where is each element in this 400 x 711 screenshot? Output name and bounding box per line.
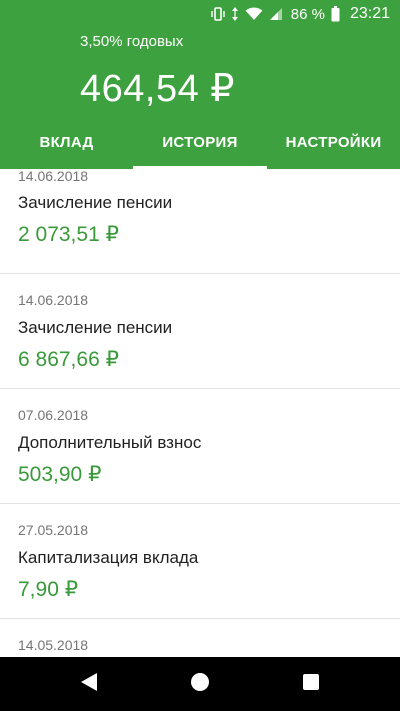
transaction-title: Дополнительный взнос: [18, 433, 202, 452]
history-list[interactable]: 14.06.2018 Зачисление пенсии 2 073,51 ₽ …: [0, 169, 400, 657]
list-item[interactable]: 27.05.2018 Капитализация вклада 7,90 ₽: [0, 504, 400, 619]
vibrate-icon: [211, 6, 225, 22]
tab-deposit[interactable]: ВКЛАД: [0, 116, 133, 169]
wifi-icon: [245, 7, 263, 21]
list-item[interactable]: 07.06.2018 Дополнительный взнос 503,90 ₽: [0, 389, 400, 504]
recents-icon: [302, 673, 320, 696]
transaction-amount: 503,90 ₽: [18, 463, 102, 486]
transaction-date: 14.05.2018: [18, 637, 89, 653]
list-item[interactable]: 14.06.2018 Зачисление пенсии 6 867,66 ₽: [0, 274, 400, 389]
home-icon: [190, 672, 210, 697]
app-header: 86 % 23:21 3,50% годовых 464,54 ₽ ВКЛАД …: [0, 0, 400, 169]
signal-icon: [269, 7, 283, 21]
home-button[interactable]: [170, 657, 230, 711]
transaction-date: 14.06.2018: [18, 292, 89, 308]
transaction-date: 14.06.2018: [18, 169, 89, 184]
back-button[interactable]: [59, 657, 119, 711]
recents-button[interactable]: [281, 657, 341, 711]
tab-history[interactable]: ИСТОРИЯ: [133, 116, 267, 169]
interest-rate: 3,50% годовых: [80, 33, 184, 50]
tab-settings[interactable]: НАСТРОЙКИ: [267, 116, 400, 169]
battery-icon: [331, 6, 340, 22]
list-item[interactable]: 14.05.2018: [0, 619, 400, 657]
transaction-date: 27.05.2018: [18, 522, 89, 538]
transaction-title: Зачисление пенсии: [18, 193, 173, 212]
transaction-title: Зачисление пенсии: [18, 318, 173, 337]
data-arrows-icon: [231, 6, 239, 22]
status-icons: 86 % 23:21: [211, 4, 390, 24]
status-bar: 86 % 23:21: [0, 0, 400, 28]
transaction-title: Капитализация вклада: [18, 548, 199, 567]
deposit-balance: 464,54 ₽: [80, 68, 235, 110]
tab-bar: ВКЛАД ИСТОРИЯ НАСТРОЙКИ: [0, 116, 400, 169]
transaction-date: 07.06.2018: [18, 407, 89, 423]
status-time: 23:21: [349, 5, 390, 22]
transaction-amount: 2 073,51 ₽: [18, 223, 119, 246]
battery-percent: 86 %: [290, 5, 325, 23]
back-icon: [80, 672, 98, 697]
transaction-amount: 6 867,66 ₽: [18, 348, 119, 371]
transaction-amount: 7,90 ₽: [18, 578, 79, 601]
list-item[interactable]: 14.06.2018 Зачисление пенсии 2 073,51 ₽: [0, 169, 400, 274]
system-nav-bar: [0, 657, 400, 711]
